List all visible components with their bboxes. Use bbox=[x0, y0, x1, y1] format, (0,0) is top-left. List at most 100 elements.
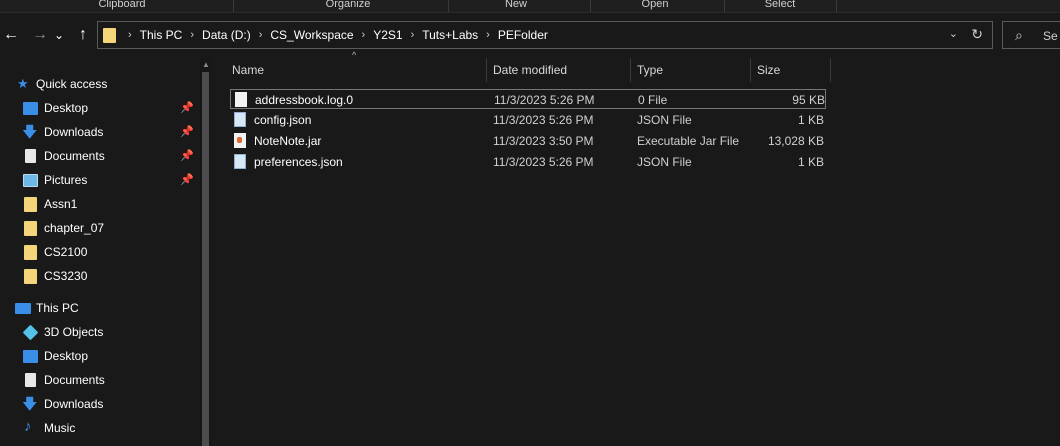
ribbon-group-new: New bbox=[504, 0, 527, 10]
breadcrumb-y2s1[interactable]: Y2S1 bbox=[373, 28, 402, 42]
sidebar-item-pc-downloads[interactable]: 🡇 Downloads bbox=[0, 392, 200, 416]
chevron-right-icon[interactable]: › bbox=[486, 29, 490, 41]
pin-icon[interactable]: 📌 bbox=[180, 101, 194, 114]
document-icon bbox=[25, 149, 36, 163]
ribbon-divider bbox=[233, 0, 234, 12]
sidebar-item-label: Documents bbox=[44, 149, 105, 163]
chevron-right-icon[interactable]: › bbox=[362, 29, 366, 41]
sidebar-item-3d-objects[interactable]: 3D Objects bbox=[0, 320, 200, 344]
up-button[interactable]: ↑ bbox=[72, 23, 94, 47]
pictures-icon bbox=[23, 174, 38, 187]
recent-locations-button[interactable]: ⌄ bbox=[52, 23, 66, 47]
ribbon-divider bbox=[836, 0, 837, 12]
sidebar-item-downloads[interactable]: 🡇 Downloads 📌 bbox=[0, 120, 200, 144]
back-button[interactable]: ← bbox=[0, 23, 22, 47]
folder-icon bbox=[24, 221, 37, 236]
sidebar-item-documents[interactable]: Documents 📌 bbox=[0, 144, 200, 168]
chevron-right-icon[interactable]: › bbox=[190, 29, 194, 41]
scroll-up-icon[interactable]: ▲ bbox=[202, 60, 210, 69]
file-name: preferences.json bbox=[254, 155, 343, 169]
ribbon-divider bbox=[448, 0, 449, 12]
file-row[interactable]: NoteNote.jar 11/3/2023 3:50 PM Executabl… bbox=[230, 131, 826, 151]
column-header-size[interactable]: Size bbox=[757, 58, 827, 82]
address-bar[interactable]: › This PC › Data (D:) › CS_Workspace › Y… bbox=[97, 21, 993, 49]
sidebar-item-label: Documents bbox=[44, 373, 105, 387]
file-type: JSON File bbox=[637, 155, 692, 169]
column-header-type[interactable]: Type bbox=[637, 58, 747, 82]
ribbon-group-open: Open bbox=[641, 0, 669, 10]
sidebar-item-label: CS3230 bbox=[44, 269, 88, 283]
breadcrumb-this-pc[interactable]: This PC bbox=[140, 28, 183, 42]
search-placeholder: Se bbox=[1043, 29, 1058, 43]
chevron-right-icon[interactable]: › bbox=[411, 29, 415, 41]
column-divider[interactable] bbox=[630, 58, 631, 82]
search-box[interactable]: ⌕ Se bbox=[1002, 21, 1060, 49]
sidebar-item-label: Music bbox=[44, 421, 76, 435]
json-file-icon bbox=[234, 112, 246, 127]
column-divider[interactable] bbox=[830, 58, 831, 82]
column-header-date-modified[interactable]: Date modified bbox=[493, 58, 633, 82]
star-icon: ★ bbox=[17, 76, 29, 91]
file-name: addressbook.log.0 bbox=[255, 93, 354, 107]
file-row[interactable]: addressbook.log.0 11/3/2023 5:26 PM 0 Fi… bbox=[230, 89, 826, 109]
breadcrumb-cs-workspace[interactable]: CS_Workspace bbox=[270, 28, 353, 42]
file-row[interactable]: config.json 11/3/2023 5:26 PM JSON File … bbox=[230, 110, 826, 130]
sidebar-item-pc-desktop[interactable]: Desktop bbox=[0, 344, 200, 368]
file-date-modified: 11/3/2023 5:26 PM bbox=[494, 93, 595, 107]
file-row[interactable]: preferences.json 11/3/2023 5:26 PM JSON … bbox=[230, 152, 826, 172]
jar-file-icon bbox=[234, 133, 246, 148]
column-divider[interactable] bbox=[750, 58, 751, 82]
up-arrow-icon: ↑ bbox=[79, 26, 87, 43]
sidebar-item-label: This PC bbox=[36, 301, 79, 315]
json-file-icon bbox=[234, 154, 246, 169]
ribbon-group-select: Select bbox=[764, 0, 796, 10]
file-size: 95 KB bbox=[792, 93, 825, 107]
file-size: 1 KB bbox=[797, 155, 824, 169]
breadcrumb-pefolder[interactable]: PEFolder bbox=[498, 28, 548, 42]
file-type: JSON File bbox=[637, 113, 692, 127]
sidebar-item-assn1[interactable]: Assn1 bbox=[0, 192, 200, 216]
sidebar-item-this-pc[interactable]: This PC bbox=[0, 296, 200, 320]
sidebar-item-label: Desktop bbox=[44, 101, 89, 115]
refresh-icon[interactable]: ↻ bbox=[971, 26, 983, 43]
scrollbar-thumb[interactable] bbox=[202, 72, 209, 446]
column-divider[interactable] bbox=[486, 58, 487, 82]
chevron-right-icon[interactable]: › bbox=[128, 29, 132, 41]
folder-icon bbox=[103, 28, 116, 43]
file-name: config.json bbox=[254, 113, 312, 127]
ribbon-group-clipboard: Clipboard bbox=[98, 0, 146, 10]
breadcrumb-data-drive[interactable]: Data (D:) bbox=[202, 28, 251, 42]
sidebar-item-pc-documents[interactable]: Documents bbox=[0, 368, 200, 392]
sidebar-item-label: CS2100 bbox=[44, 245, 88, 259]
sidebar-item-music[interactable]: ♪ Music bbox=[0, 416, 200, 440]
sidebar-item-pictures[interactable]: Pictures 📌 bbox=[0, 168, 200, 192]
computer-icon bbox=[15, 303, 31, 314]
sidebar-item-label: Pictures bbox=[44, 173, 88, 187]
desktop-icon bbox=[23, 102, 38, 115]
pin-icon[interactable]: 📌 bbox=[180, 125, 194, 138]
column-header-name[interactable]: Name bbox=[232, 58, 482, 82]
address-history-dropdown-icon[interactable]: ⌄ bbox=[949, 27, 958, 40]
ribbon-group-labels: Clipboard Organize New Open Select bbox=[0, 0, 1060, 13]
forward-button[interactable]: → bbox=[29, 23, 51, 47]
sidebar-item-quick-access[interactable]: ★ Quick access bbox=[0, 72, 200, 96]
sidebar-scrollbar[interactable]: ▲ bbox=[200, 58, 211, 446]
ribbon-divider bbox=[590, 0, 591, 12]
sidebar-item-label: chapter_07 bbox=[44, 221, 105, 235]
file-list: ^ Name Date modified Type Size addressbo… bbox=[214, 50, 1060, 446]
sidebar-item-cs2100[interactable]: CS2100 bbox=[0, 240, 200, 264]
pin-icon[interactable]: 📌 bbox=[180, 173, 194, 186]
sidebar-item-label: Desktop bbox=[44, 349, 89, 363]
ribbon-divider bbox=[724, 0, 725, 12]
sidebar-item-chapter-07[interactable]: chapter_07 bbox=[0, 216, 200, 240]
sidebar-item-desktop[interactable]: Desktop 📌 bbox=[0, 96, 200, 120]
pin-icon[interactable]: 📌 bbox=[180, 149, 194, 162]
file-name: NoteNote.jar bbox=[254, 134, 322, 148]
navigation-pane: ★ Quick access Desktop 📌 🡇 Downloads 📌 D… bbox=[0, 58, 200, 446]
sidebar-item-label: Assn1 bbox=[44, 197, 78, 211]
breadcrumb-tuts-labs[interactable]: Tuts+Labs bbox=[422, 28, 478, 42]
sidebar-item-label: Downloads bbox=[44, 125, 104, 139]
sidebar-item-cs3230[interactable]: CS3230 bbox=[0, 264, 200, 288]
chevron-right-icon[interactable]: › bbox=[259, 29, 263, 41]
file-type: Executable Jar File bbox=[637, 134, 740, 148]
